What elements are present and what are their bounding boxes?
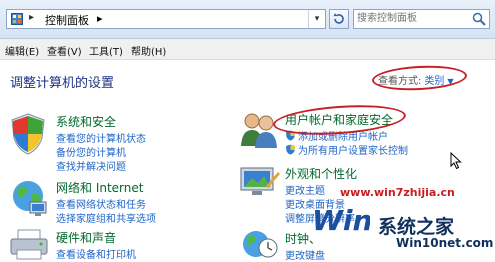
- category-title-network-internet[interactable]: 网络和 Internet: [56, 179, 143, 196]
- watermark-logo-icon: Win: [312, 204, 370, 237]
- breadcrumb-control-panel[interactable]: 控制面板: [45, 12, 89, 28]
- watermark-url: www.win7zhijia.cn: [340, 186, 455, 199]
- category-title-appearance[interactable]: 外观和个性化: [285, 165, 357, 182]
- breadcrumb-separator-end[interactable]: ▸: [97, 12, 103, 25]
- menu-bar: 编辑(E) 查看(V) 工具(T) 帮助(H): [0, 39, 495, 60]
- address-bar: ▸ 控制面板 ▸ ▾: [0, 0, 495, 39]
- refresh-icon: [333, 13, 344, 24]
- link-view-network-status[interactable]: 查看网络状态和任务: [56, 196, 146, 211]
- address-field[interactable]: ▸ 控制面板 ▸ ▾: [6, 9, 326, 29]
- appearance-icon: [240, 167, 280, 195]
- link-homegroup-sharing[interactable]: 选择家庭组和共享选项: [56, 210, 156, 225]
- search-box[interactable]: [353, 9, 490, 29]
- address-dropdown[interactable]: ▾: [308, 10, 325, 28]
- printer-icon: [10, 229, 48, 260]
- category-title-hardware-sound[interactable]: 硬件和声音: [56, 229, 116, 246]
- users-icon: [241, 113, 277, 148]
- link-backup-computer[interactable]: 备份您的计算机: [56, 144, 126, 159]
- breadcrumb-separator[interactable]: ▸: [29, 12, 34, 23]
- menu-help[interactable]: 帮助(H): [131, 43, 166, 58]
- network-globe-icon: [13, 181, 47, 216]
- category-title-system-security[interactable]: 系统和安全: [56, 113, 116, 130]
- menu-tools[interactable]: 工具(T): [89, 43, 123, 58]
- svg-text:Win: Win: [312, 204, 370, 237]
- link-change-theme[interactable]: 更改主题: [285, 182, 325, 197]
- watermark-domain: Win10net.com: [396, 236, 494, 250]
- control-panel-icon: [11, 13, 23, 25]
- search-icon[interactable]: [472, 12, 486, 26]
- link-view-computer-status[interactable]: 查看您的计算机状态: [56, 130, 146, 145]
- search-input[interactable]: [357, 11, 467, 26]
- menu-view[interactable]: 查看(V): [47, 43, 82, 58]
- annotation-circle-view-by: [371, 63, 468, 93]
- mouse-cursor-icon: [450, 152, 462, 170]
- link-view-devices-printers[interactable]: 查看设备和打印机: [56, 246, 136, 261]
- page-title: 调整计算机的设置: [10, 76, 115, 91]
- refresh-button[interactable]: [329, 9, 349, 29]
- menu-edit[interactable]: 编辑(E): [5, 43, 39, 58]
- clock-globe-icon: [243, 231, 278, 258]
- shield-icon: [11, 113, 45, 155]
- link-parental-controls[interactable]: 为所有用户设置家长控制: [298, 142, 408, 157]
- uac-shield-icon: [286, 144, 295, 155]
- watermark-brand: 系统之家: [378, 216, 455, 238]
- link-find-fix-problems[interactable]: 查找并解决问题: [56, 158, 126, 173]
